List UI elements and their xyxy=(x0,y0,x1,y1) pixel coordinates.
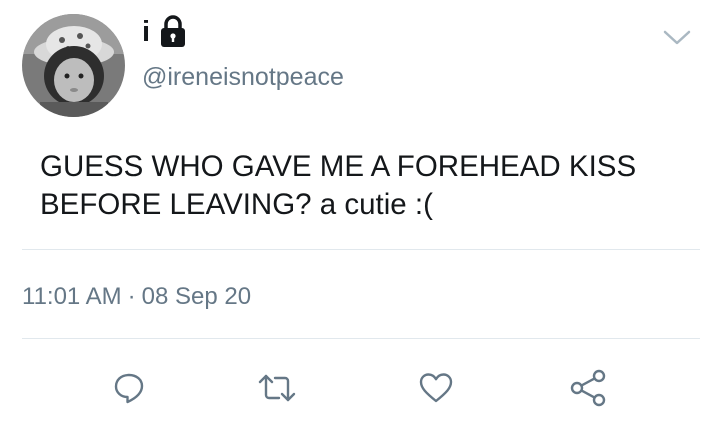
reply-button[interactable] xyxy=(107,366,151,410)
display-name[interactable]: i xyxy=(142,12,150,52)
tweet-text-line: GUESS WHO GAVE ME A FOREHEAD KISS xyxy=(40,150,637,183)
timestamp[interactable]: 11:01 AM · 08 Sep 20 xyxy=(22,280,251,314)
divider xyxy=(22,338,700,339)
divider xyxy=(22,249,700,250)
display-name-row: i xyxy=(142,12,186,52)
avatar-image xyxy=(22,14,125,117)
heart-icon xyxy=(419,373,453,403)
comment-icon xyxy=(114,373,144,404)
tweet-time: 11:01 AM xyxy=(22,283,122,310)
tweet-text-line: BEFORE LEAVING? a cutie :( xyxy=(40,188,433,221)
share-icon xyxy=(570,369,606,407)
avatar[interactable] xyxy=(22,14,125,117)
share-button[interactable] xyxy=(566,366,610,410)
retweet-icon xyxy=(258,374,296,402)
like-button[interactable] xyxy=(414,366,458,410)
lock-icon xyxy=(160,15,186,49)
user-handle[interactable]: @ireneisnotpeace xyxy=(142,60,344,94)
chevron-down-icon xyxy=(663,30,691,45)
tweet-menu-button[interactable] xyxy=(660,24,694,50)
tweet-date: 08 Sep 20 xyxy=(141,283,252,310)
tweet-text: GUESS WHO GAVE ME A FOREHEAD KISS BEFORE… xyxy=(40,148,680,224)
timestamp-separator: · xyxy=(127,283,136,310)
retweet-button[interactable] xyxy=(255,366,299,410)
